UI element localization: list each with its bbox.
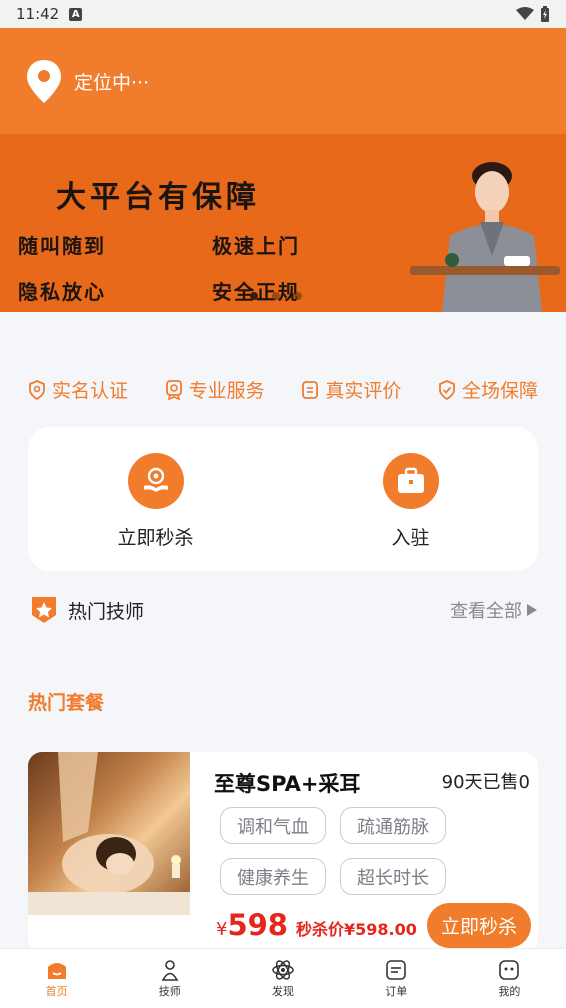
guarantee-row: 实名认证 专业服务 真实评价 全场保障 [28, 376, 538, 403]
status-bar: 11:42 A [0, 0, 566, 28]
medal-star-icon [32, 597, 56, 623]
flash-sale-icon[interactable] [127, 453, 184, 509]
package-tag: 调和气血 [220, 807, 326, 844]
tab-orders[interactable]: 订单 [340, 949, 453, 1008]
wifi-icon [516, 7, 534, 20]
tab-label[interactable]: 订单 [385, 983, 407, 999]
badge-icon [165, 379, 182, 400]
bottom-tab-bar: 首页 技师 发现 订单 我的 [0, 948, 566, 1008]
flash-buy-button[interactable]: 立即秒杀 [427, 903, 531, 948]
banner-line: 极速上门 [212, 234, 300, 258]
package-price: ¥ 598 秒杀价 ¥598.00 [216, 908, 417, 942]
profile-face-icon [499, 959, 520, 980]
package-tag: 疏通筋脉 [340, 807, 446, 844]
hot-technicians-title: 热门技师 [68, 600, 145, 623]
tab-technicians[interactable]: 技师 [113, 949, 226, 1008]
package-tag: 健康养生 [220, 858, 326, 895]
tab-profile[interactable]: 我的 [453, 949, 566, 1008]
review-icon [302, 380, 319, 399]
feature-real-name: 实名认证 [28, 376, 128, 403]
pagination-dot[interactable] [272, 292, 280, 300]
quick-action-label[interactable]: 入驻 [391, 523, 429, 550]
quick-action-label[interactable]: 立即秒杀 [117, 523, 193, 550]
hot-technicians-header: 热门技师 查看全部 [30, 594, 538, 626]
play-arrow-icon [527, 604, 537, 616]
banner-title: 大平台有保障 [56, 180, 260, 215]
banner-line: 安全正规 [212, 276, 300, 305]
pagination-dot[interactable] [294, 292, 302, 300]
package-card[interactable]: 至尊SPA+采耳 90天已售0 调和气血 疏通筋脉 健康养生 超长时长 ¥ 59… [28, 752, 538, 952]
location-pin-icon[interactable] [26, 58, 62, 104]
briefcase-icon[interactable] [382, 453, 439, 509]
package-tag: 超长时长 [340, 858, 446, 895]
check-shield-icon [439, 379, 455, 400]
quick-actions-card: 立即秒杀 入驻 [28, 427, 538, 571]
banner-line: 随叫随到 [18, 234, 106, 258]
feature-label: 真实评价 [325, 380, 402, 402]
feature-label: 专业服务 [188, 380, 265, 402]
feature-guarantee: 全场保障 [438, 376, 538, 403]
technician-icon [161, 959, 179, 981]
tab-home[interactable]: 首页 [0, 949, 113, 1008]
feature-reviews: 真实评价 [301, 376, 401, 403]
tab-discover[interactable]: 发现 [226, 949, 339, 1008]
tab-label[interactable]: 首页 [46, 983, 68, 999]
flash-price-value: ¥598.00 [344, 920, 417, 939]
see-all-label[interactable]: 查看全部 [450, 597, 522, 623]
tab-label[interactable]: 发现 [272, 983, 294, 999]
orders-icon [386, 959, 407, 980]
packages-title: 热门套餐 [28, 692, 105, 714]
tab-label[interactable]: 我的 [498, 983, 520, 999]
price-value: 598 [227, 908, 288, 942]
feature-label: 实名认证 [52, 380, 129, 402]
discover-atom-icon [272, 959, 294, 980]
see-all-link[interactable]: 查看全部 [450, 597, 538, 623]
home-icon [47, 962, 66, 979]
location-text[interactable]: 定位中··· [74, 68, 149, 95]
package-name[interactable]: 至尊SPA+采耳 [214, 768, 360, 798]
tab-label[interactable]: 技师 [159, 983, 181, 999]
flash-price-label: 秒杀价 [296, 920, 345, 939]
price-currency: ¥ [216, 919, 228, 940]
package-image[interactable] [28, 752, 190, 915]
feature-professional: 专业服务 [165, 376, 265, 403]
banner-line: 隐私放心 [18, 280, 106, 304]
location-header: 定位中··· [0, 28, 566, 134]
battery-icon [541, 6, 549, 22]
package-sold-count: 90天已售0 [441, 772, 530, 793]
pagination-dot[interactable] [250, 292, 258, 300]
flash-sale-entry[interactable]: 立即秒杀 [28, 427, 283, 571]
banner-pagination[interactable] [250, 292, 302, 300]
feature-label: 全场保障 [461, 380, 538, 402]
therapist-illustration [410, 162, 560, 312]
package-tags: 调和气血 疏通筋脉 健康养生 超长时长 [220, 807, 460, 895]
join-entry[interactable]: 入驻 [283, 427, 538, 571]
promo-banner[interactable]: 大平台有保障 随叫随到 极速上门 隐私放心 安全正规 [0, 134, 566, 312]
notification-badge: A [69, 7, 83, 21]
id-shield-icon [29, 379, 45, 400]
status-time: 11:42 [16, 5, 60, 23]
